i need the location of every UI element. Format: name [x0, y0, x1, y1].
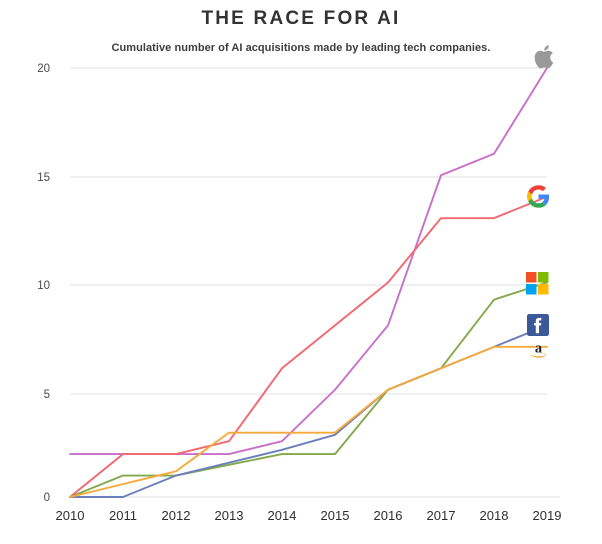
x-tick-label: 2017 [427, 508, 456, 523]
series-line-amazon [69, 345, 548, 498]
chart-container: THE RACE FOR AI Cumulative number of AI … [0, 0, 602, 544]
y-tick-label: 20 [37, 63, 50, 75]
facebook-logo-glyph [527, 314, 549, 336]
series-line-microsoft [69, 281, 548, 498]
x-tick-label: 2019 [533, 508, 562, 523]
google-logo-glyph [527, 185, 550, 208]
facebook-logo [527, 314, 549, 341]
x-tick-label: 2015 [321, 508, 350, 523]
y-tick-label: 10 [37, 280, 50, 292]
y-tick-label: 0 [44, 492, 50, 504]
series-line-apple [69, 67, 548, 456]
x-axis-labels: 2010 2011 2012 2013 2014 2015 2016 2017 … [56, 508, 562, 523]
x-tick-label: 2013 [215, 508, 244, 523]
google-logo [527, 185, 550, 213]
y-axis-labels: 20 15 10 5 0 [37, 63, 50, 504]
x-tick-label: 2010 [56, 508, 85, 523]
x-tick-label: 2011 [109, 508, 137, 523]
amazon-logo: a [528, 338, 549, 365]
apple-logo-glyph [534, 45, 554, 69]
x-tick-label: 2012 [162, 508, 191, 523]
x-tick-label: 2016 [374, 508, 403, 523]
microsoft-logo-glyph [526, 272, 549, 295]
microsoft-logo [526, 272, 549, 300]
svg-text:a: a [535, 340, 542, 356]
series-line-google [69, 195, 548, 498]
x-tick-label: 2018 [480, 508, 509, 523]
x-tick-label: 2014 [268, 508, 297, 523]
series-lines [69, 67, 548, 498]
apple-logo [534, 44, 558, 75]
amazon-logo-glyph: a [530, 340, 546, 358]
series-line-facebook [69, 324, 548, 498]
line-chart-svg: 20 15 10 5 0 2010 2011 2012 2013 2014 20… [37, 63, 562, 523]
y-tick-label: 15 [37, 172, 50, 184]
y-tick-label: 5 [44, 389, 50, 401]
